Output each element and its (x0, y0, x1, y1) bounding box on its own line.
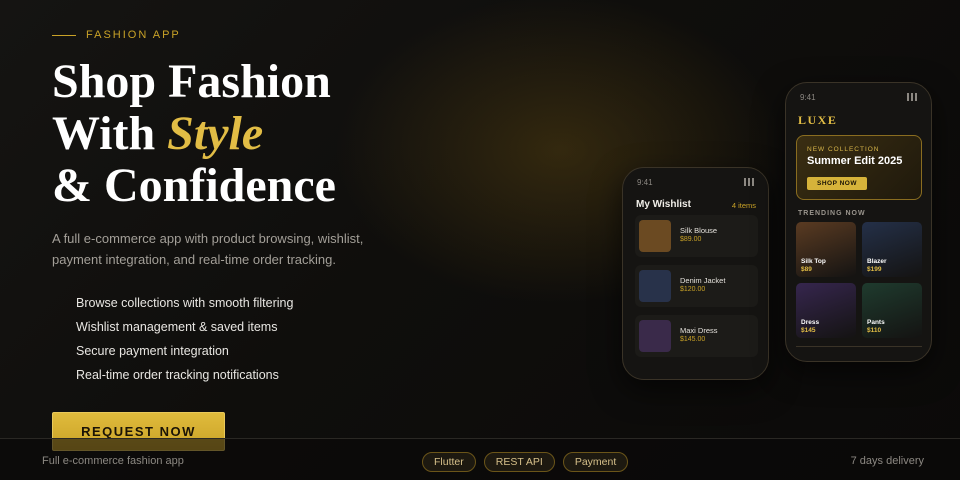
wishlist-item[interactable]: Denim Jacket $120.00 (635, 265, 758, 307)
footer-bar: Full e-commerce fashion app Flutter REST… (0, 438, 960, 480)
product-thumbnail (639, 320, 671, 352)
tech-tag-list: Flutter REST API Payment (422, 452, 629, 472)
banner-title: Summer Edit 2025 (807, 155, 903, 167)
product-card[interactable]: Blazer $199 (862, 222, 922, 277)
wishlist-item-price: $89.00 (680, 236, 702, 243)
wishlist-item-name: Denim Jacket (680, 276, 726, 285)
banner-subtitle: NEW COLLECTION (807, 146, 880, 153)
wishlist-item-price: $145.00 (680, 336, 706, 343)
headline-line-3: & Confidence (52, 159, 336, 212)
eyebrow-divider (52, 34, 76, 36)
brand-logo: LUXE (798, 113, 838, 127)
tech-tag: REST API (483, 452, 555, 472)
trending-label: TRENDING NOW (798, 210, 866, 217)
wishlist-count: 4 items (731, 201, 756, 210)
wishlist-phone-mockup: 9:41 My Wishlist 4 items Silk Blouse $89… (622, 167, 769, 380)
product-card[interactable]: Pants $110 (862, 283, 922, 338)
shop-phone-mockup: 9:41 LUXE NEW COLLECTION Summer Edit 202… (785, 82, 932, 362)
product-price: $110 (867, 327, 882, 334)
product-price: $199 (867, 266, 882, 273)
product-name: Silk Top (801, 258, 826, 265)
headline-line-2: With Style (52, 108, 336, 160)
status-time: 9:41 (800, 93, 816, 102)
wishlist-item[interactable]: Maxi Dress $145.00 (635, 315, 758, 357)
status-time: 9:41 (637, 178, 653, 187)
product-name: Blazer (867, 258, 887, 265)
tech-tag: Payment (562, 452, 629, 472)
footer-caption: Full e-commerce fashion app (42, 455, 184, 467)
product-name: Dress (801, 319, 820, 326)
headline-line-2-prefix: With (52, 107, 168, 160)
headline-line-1: Shop Fashion (52, 55, 331, 108)
headline-accent-word: Style (167, 107, 264, 160)
collection-banner[interactable]: NEW COLLECTION Summer Edit 2025 SHOP NOW (796, 135, 922, 200)
divider (796, 346, 922, 347)
eyebrow: FASHION APP (52, 29, 181, 41)
feature-list: Browse collections with smooth filtering… (76, 294, 293, 390)
product-card[interactable]: Dress $145 (796, 283, 856, 338)
page-headline: Shop Fashion With Style & Confidence (52, 56, 336, 212)
product-card[interactable]: Silk Top $89 (796, 222, 856, 277)
page-description: A full e-commerce app with product brows… (52, 231, 364, 267)
wishlist-title: My Wishlist (636, 199, 691, 210)
wishlist-item-name: Maxi Dress (680, 326, 718, 335)
feature-item: Wishlist management & saved items (76, 320, 278, 334)
shop-now-button[interactable]: SHOP NOW (807, 177, 867, 190)
wishlist-item-price: $120.00 (680, 286, 706, 293)
product-name: Pants (867, 319, 885, 326)
product-price: $145 (801, 327, 816, 334)
feature-item: Secure payment integration (76, 344, 229, 358)
signal-icon (744, 178, 754, 186)
tech-tag: Flutter (422, 452, 476, 472)
feature-item: Real-time order tracking notifications (76, 368, 279, 382)
product-price: $89 (801, 266, 812, 273)
wishlist-item-name: Silk Blouse (680, 226, 718, 235)
delivery-time: 7 days delivery (850, 455, 924, 467)
product-thumbnail (639, 220, 671, 252)
product-thumbnail (639, 270, 671, 302)
signal-icon (907, 93, 917, 101)
eyebrow-label: FASHION APP (86, 29, 181, 41)
feature-item: Browse collections with smooth filtering (76, 296, 294, 310)
wishlist-item[interactable]: Silk Blouse $89.00 (635, 215, 758, 257)
